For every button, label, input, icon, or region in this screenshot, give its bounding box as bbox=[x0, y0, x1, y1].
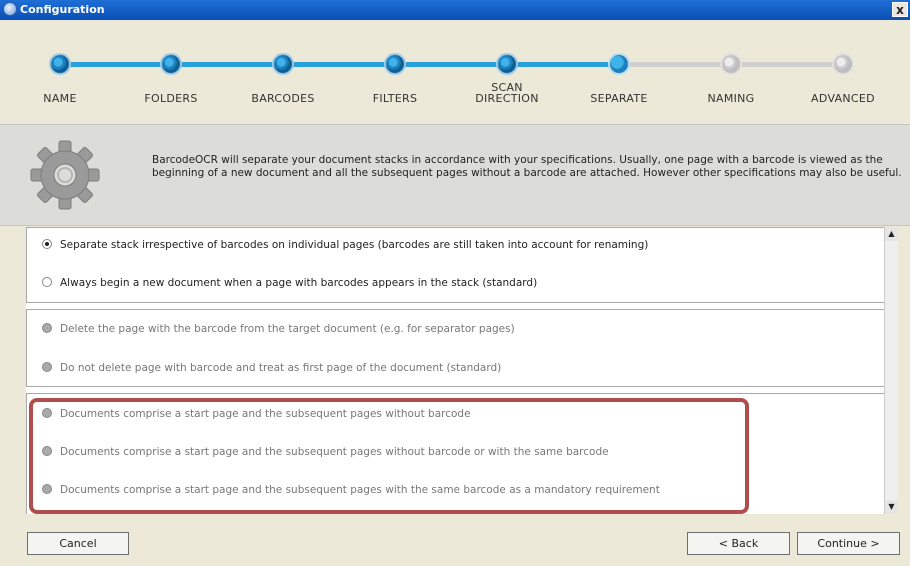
option-label: Documents comprise a start page and the … bbox=[60, 484, 660, 496]
vertical-scrollbar[interactable]: ▲ ▼ bbox=[884, 227, 898, 514]
step-label-name: NAME bbox=[43, 92, 77, 105]
step-dot-scan-direction[interactable] bbox=[496, 53, 518, 75]
option-group-barcode-page: Delete the page with the barcode from th… bbox=[26, 309, 898, 387]
scroll-down-arrow-icon[interactable]: ▼ bbox=[885, 500, 898, 514]
option-label: Always begin a new document when a page … bbox=[60, 277, 538, 289]
step-label-filters: FILTERS bbox=[372, 92, 418, 105]
options-panel: Separate stack irrespective of barcodes … bbox=[26, 227, 898, 514]
radio-option-without-or-same-barcode[interactable]: Documents comprise a start page and the … bbox=[42, 446, 609, 458]
step-dot-naming[interactable] bbox=[720, 53, 742, 75]
cancel-button[interactable]: Cancel bbox=[27, 532, 129, 555]
step-label-barcodes: BARCODES bbox=[251, 92, 315, 105]
step-dot-filters[interactable] bbox=[384, 53, 406, 75]
configuration-window: Configuration x NAME FOLDERS BARCODES FI… bbox=[0, 0, 910, 566]
app-icon bbox=[3, 2, 17, 16]
step-dot-barcodes[interactable] bbox=[272, 53, 294, 75]
info-text: BarcodeOCR will separate your document s… bbox=[152, 154, 902, 179]
option-group-separation: Separate stack irrespective of barcodes … bbox=[26, 227, 898, 303]
info-panel: BarcodeOCR will separate your document s… bbox=[0, 124, 910, 226]
step-dot-advanced[interactable] bbox=[832, 53, 854, 75]
option-group-document-composition: Documents comprise a start page and the … bbox=[26, 393, 898, 514]
radio-option-separate-irrespective[interactable]: Separate stack irrespective of barcodes … bbox=[42, 239, 648, 251]
radio-button[interactable] bbox=[42, 484, 52, 494]
step-label-scan-direction: SCAN DIRECTION bbox=[475, 81, 539, 105]
step-label-advanced: ADVANCED bbox=[811, 92, 875, 105]
continue-button[interactable]: Continue > bbox=[797, 532, 900, 555]
radio-button[interactable] bbox=[42, 362, 52, 372]
radio-option-delete-barcode-page[interactable]: Delete the page with the barcode from th… bbox=[42, 323, 515, 335]
radio-option-keep-barcode-page[interactable]: Do not delete page with barcode and trea… bbox=[42, 362, 501, 374]
step-label-folders: FOLDERS bbox=[144, 92, 198, 105]
step-dot-folders[interactable] bbox=[160, 53, 182, 75]
step-dot-separate[interactable] bbox=[608, 53, 630, 75]
close-button[interactable]: x bbox=[892, 2, 908, 17]
title-bar[interactable]: Configuration x bbox=[0, 0, 910, 20]
radio-option-same-barcode-mandatory[interactable]: Documents comprise a start page and the … bbox=[42, 484, 660, 496]
radio-button[interactable] bbox=[42, 446, 52, 456]
option-label: Separate stack irrespective of barcodes … bbox=[60, 239, 649, 251]
progress-track-done bbox=[60, 62, 620, 67]
wizard-steps: NAME FOLDERS BARCODES FILTERS SCAN DIREC… bbox=[0, 20, 910, 124]
option-label: Do not delete page with barcode and trea… bbox=[60, 362, 502, 374]
radio-option-always-new-document[interactable]: Always begin a new document when a page … bbox=[42, 277, 537, 289]
gear-icon bbox=[30, 140, 100, 210]
radio-button[interactable] bbox=[42, 239, 52, 249]
option-label: Documents comprise a start page and the … bbox=[60, 446, 609, 458]
step-label-separate: SEPARATE bbox=[590, 92, 648, 105]
radio-button[interactable] bbox=[42, 323, 52, 333]
window-title: Configuration bbox=[20, 3, 105, 16]
option-label: Delete the page with the barcode from th… bbox=[60, 323, 515, 335]
step-dot-name[interactable] bbox=[49, 53, 71, 75]
radio-option-without-barcode[interactable]: Documents comprise a start page and the … bbox=[42, 408, 471, 420]
option-label: Documents comprise a start page and the … bbox=[60, 408, 471, 420]
back-button[interactable]: < Back bbox=[687, 532, 790, 555]
scroll-up-arrow-icon[interactable]: ▲ bbox=[885, 227, 898, 241]
step-label-naming: NAMING bbox=[707, 92, 755, 105]
radio-button[interactable] bbox=[42, 408, 52, 418]
radio-button[interactable] bbox=[42, 277, 52, 287]
